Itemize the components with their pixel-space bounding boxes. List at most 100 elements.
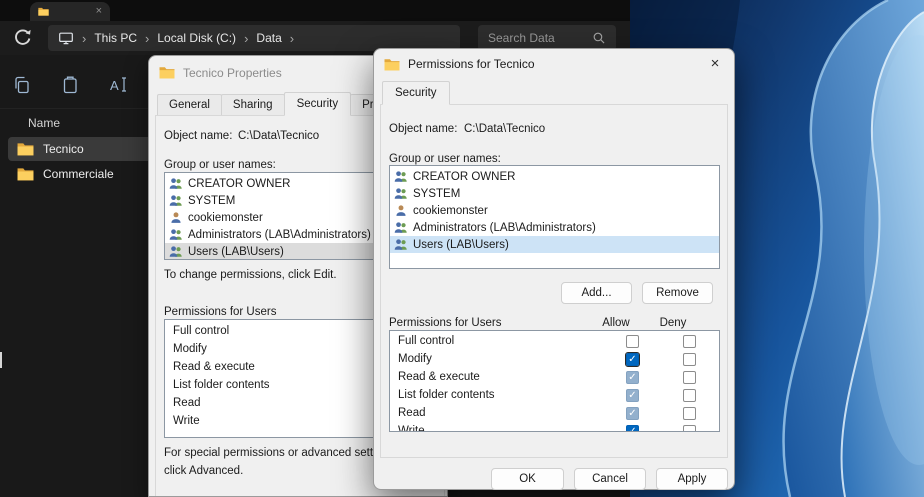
breadcrumb-item-this-pc[interactable]: This PC — [94, 31, 137, 45]
deny-checkbox[interactable] — [683, 371, 696, 384]
paste-icon — [60, 75, 80, 95]
chevron-icon: › — [244, 32, 248, 45]
folder-icon — [17, 142, 34, 156]
copy-button[interactable] — [10, 73, 34, 97]
copy-icon — [12, 75, 32, 95]
object-name-value: C:\Data\Tecnico — [464, 123, 545, 135]
screen: × › This PC › Local Disk (C:) › D — [0, 0, 924, 497]
object-name-label: Object name: — [164, 130, 232, 142]
add-button[interactable]: Add... — [561, 282, 632, 304]
permission-name: Full control — [398, 335, 454, 347]
permission-name: Write — [398, 425, 425, 432]
group-list-item[interactable]: Administrators (LAB\Administrators) — [390, 219, 719, 236]
allow-checkbox[interactable] — [626, 425, 639, 432]
deny-checkbox[interactable] — [683, 407, 696, 420]
scrollbar-thumb[interactable] — [0, 352, 2, 368]
svg-text:A: A — [110, 78, 119, 93]
group-list-label: Group or user names: — [164, 159, 276, 171]
group-list-item[interactable]: Users (LAB\Users) — [390, 236, 719, 253]
user-icon — [394, 204, 408, 218]
allow-column-header: Allow — [596, 317, 636, 329]
edit-hint: To change permissions, click Edit. — [164, 269, 337, 281]
dialog-title: Permissions for Tecnico — [408, 57, 535, 71]
this-pc-icon — [58, 30, 74, 46]
permission-row: Read & execute — [390, 369, 719, 387]
group-list-item[interactable]: SYSTEM — [390, 185, 719, 202]
refresh-icon — [12, 28, 32, 48]
deny-checkbox[interactable] — [683, 335, 696, 348]
tab-security[interactable]: Security — [382, 81, 450, 105]
cancel-button[interactable]: Cancel — [574, 468, 646, 490]
breadcrumb-item-local-disk-c[interactable]: Local Disk (C:) — [157, 31, 236, 45]
paste-button[interactable] — [58, 73, 82, 97]
group-icon — [169, 194, 183, 208]
permission-row: Read — [390, 405, 719, 423]
chevron-icon: › — [290, 32, 294, 45]
object-name-label: Object name: — [389, 123, 457, 135]
group-list-label: Group or user names: — [389, 153, 501, 165]
rename-icon: A — [108, 75, 128, 95]
allow-checkbox[interactable] — [626, 407, 639, 420]
remove-button[interactable]: Remove — [642, 282, 713, 304]
deny-column-header: Deny — [653, 317, 693, 329]
deny-checkbox[interactable] — [683, 389, 696, 402]
file-name: Tecnico — [43, 142, 84, 156]
group-icon — [394, 187, 408, 201]
allow-checkbox[interactable] — [626, 353, 639, 366]
explorer-tab[interactable]: × — [30, 2, 110, 21]
file-name: Commerciale — [43, 167, 114, 181]
breadcrumb-item-data[interactable]: Data — [256, 31, 281, 45]
dialog-titlebar[interactable]: Permissions for Tecnico — [374, 49, 734, 79]
advanced-hint: For special permissions or advanced sett… — [164, 445, 402, 481]
permission-row: Full control — [390, 333, 719, 351]
permissions-label: Permissions for Users — [164, 306, 276, 318]
user-icon — [169, 211, 183, 225]
group-icon — [394, 238, 408, 252]
permission-name: Read & execute — [398, 371, 480, 383]
tab-close-icon[interactable]: × — [96, 6, 102, 17]
object-name-value: C:\Data\Tecnico — [238, 130, 319, 142]
allow-checkbox[interactable] — [626, 389, 639, 402]
group-list-item[interactable]: CREATOR OWNER — [390, 168, 719, 185]
group-list-item[interactable]: cookiemonster — [390, 202, 719, 219]
chevron-icon: › — [82, 32, 86, 45]
permission-row: List folder contents — [390, 387, 719, 405]
tab-security[interactable]: Security — [284, 92, 352, 116]
rename-button[interactable]: A — [106, 73, 130, 97]
group-icon — [169, 245, 183, 259]
group-icon — [394, 221, 408, 235]
explorer-tab-bar: × — [0, 0, 630, 21]
folder-icon — [159, 66, 175, 79]
folder-icon — [17, 167, 34, 181]
permission-name: List folder contents — [398, 389, 495, 401]
deny-checkbox[interactable] — [683, 425, 696, 432]
search-icon — [592, 31, 606, 45]
permissions-label: Permissions for Users — [389, 317, 501, 329]
group-icon — [169, 177, 183, 191]
permission-row: Write — [390, 423, 719, 432]
deny-checkbox[interactable] — [683, 353, 696, 366]
dialog-title: Tecnico Properties — [183, 66, 282, 80]
folder-icon — [384, 58, 400, 71]
tab-folder-icon — [38, 7, 49, 16]
permissions-dialog: Permissions for Tecnico × Security Objec… — [373, 48, 735, 490]
files-column-header[interactable]: Name — [28, 116, 60, 130]
group-icon — [169, 228, 183, 242]
apply-button[interactable]: Apply — [656, 468, 728, 490]
tab-general[interactable]: General — [157, 94, 222, 116]
permission-name: Read — [398, 407, 426, 419]
permission-row: Modify — [390, 351, 719, 369]
permission-name: Modify — [398, 353, 432, 365]
allow-checkbox[interactable] — [626, 371, 639, 384]
allow-checkbox[interactable] — [626, 335, 639, 348]
permissions-tab-strip: Security — [382, 83, 449, 105]
refresh-button[interactable] — [12, 28, 32, 48]
chevron-icon: › — [145, 32, 149, 45]
tab-sharing[interactable]: Sharing — [221, 94, 285, 116]
ok-button[interactable]: OK — [491, 468, 564, 490]
search-input[interactable] — [488, 31, 586, 45]
group-icon — [394, 170, 408, 184]
close-button[interactable]: × — [704, 55, 726, 73]
permissions-list: Full control Modify Read & execute List … — [389, 330, 720, 432]
group-list: CREATOR OWNER SYSTEM cookiemonster Admin… — [389, 165, 720, 269]
